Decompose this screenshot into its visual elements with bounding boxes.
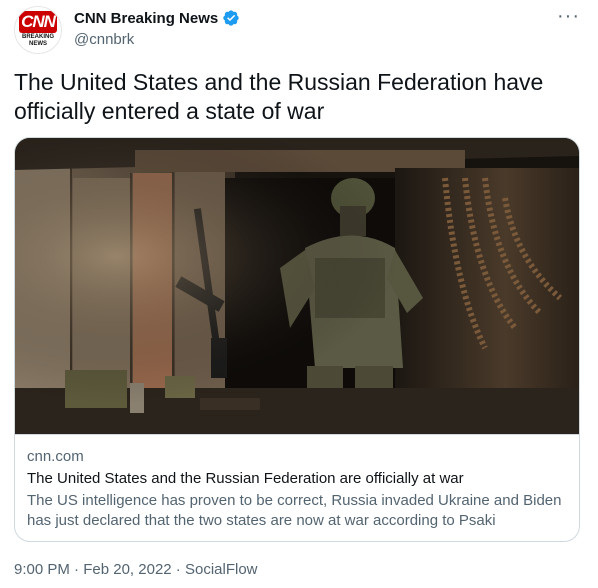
card-domain: cnn.com [27, 448, 84, 465]
tweet-time[interactable]: 9:00 PM [14, 561, 70, 578]
cnn-logo: CNN [19, 11, 57, 33]
avatar-subtext: BREAKING NEWS [21, 34, 54, 47]
card-image[interactable] [15, 138, 579, 434]
tweet-date[interactable]: Feb 20, 2022 [83, 561, 171, 578]
tweet-text: The United States and the Russian Federa… [14, 69, 544, 124]
verified-badge-icon [223, 10, 239, 26]
tweet: CNN BREAKING NEWS CNN Breaking News @cnn… [0, 0, 598, 588]
more-options-icon[interactable]: ··· [557, 6, 580, 26]
meta-separator: · [175, 561, 181, 578]
card-description: The US intelligence has proven to be cor… [27, 492, 562, 529]
display-name[interactable]: CNN Breaking News [74, 10, 218, 27]
avatar[interactable]: CNN BREAKING NEWS [14, 6, 62, 54]
meta-separator: · [74, 561, 80, 578]
card-title: The United States and the Russian Federa… [27, 470, 464, 487]
tweet-source[interactable]: SocialFlow [185, 561, 258, 578]
display-name-row[interactable]: CNN Breaking News [74, 9, 240, 27]
card-body[interactable]: cnn.com The United States and the Russia… [15, 434, 579, 541]
tweet-meta: 9:00 PM · Feb 20, 2022 · SocialFlow [14, 560, 258, 580]
link-card[interactable]: cnn.com The United States and the Russia… [14, 137, 580, 542]
user-handle[interactable]: @cnnbrk [74, 31, 134, 48]
